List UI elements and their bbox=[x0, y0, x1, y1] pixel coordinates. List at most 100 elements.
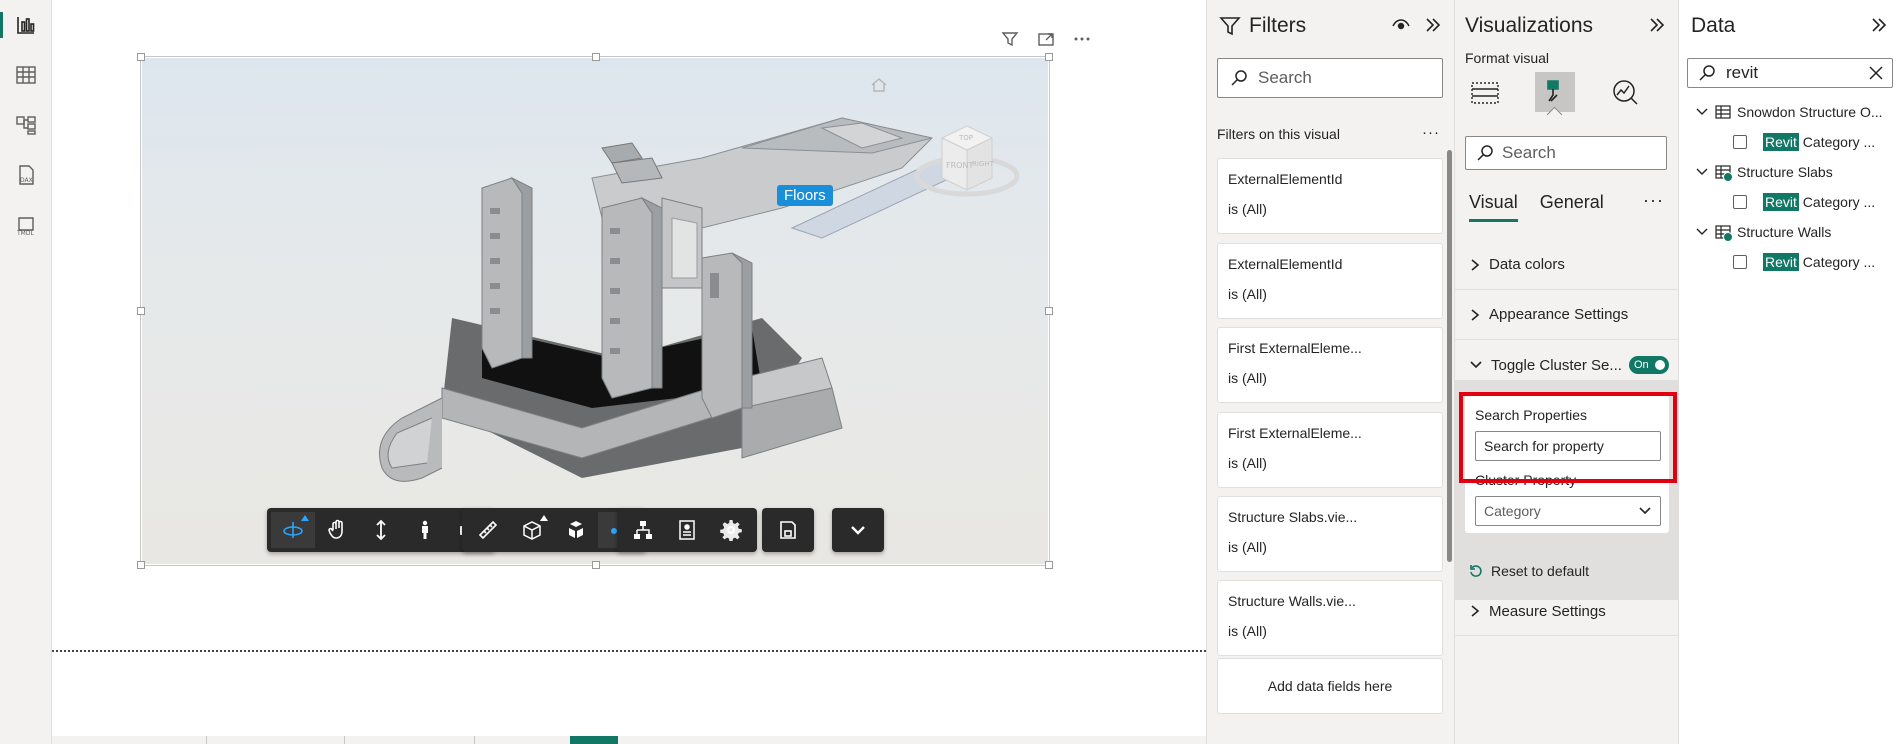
person-icon bbox=[422, 520, 428, 539]
dax-icon: DAX bbox=[19, 165, 34, 185]
focus-mode-icon[interactable] bbox=[1036, 29, 1056, 49]
reset-icon bbox=[1470, 565, 1482, 577]
hierarchy-icon bbox=[634, 521, 652, 539]
data-colors-section[interactable]: Data colors bbox=[1455, 240, 1679, 290]
add-data-fields-dropzone[interactable]: Add data fields here bbox=[1217, 658, 1443, 714]
model-view-button[interactable] bbox=[11, 110, 41, 140]
toggle-cluster-section[interactable]: Toggle Cluster Se... On bbox=[1455, 340, 1679, 390]
filter-card[interactable]: ExternalElementId is (All) bbox=[1217, 243, 1443, 319]
resize-handle[interactable] bbox=[1045, 561, 1053, 569]
report-view-button[interactable] bbox=[0, 10, 41, 40]
more-options-icon[interactable]: ··· bbox=[1422, 124, 1440, 141]
arrows-vertical-icon bbox=[376, 519, 386, 541]
visualizations-pane: Visualizations Format visual Search Visu… bbox=[1454, 0, 1679, 744]
analytics-icon bbox=[1613, 80, 1638, 105]
filters-scrollbar[interactable] bbox=[1447, 150, 1452, 562]
expand-tool[interactable] bbox=[836, 512, 880, 548]
filter-card[interactable]: Structure Walls.vie... is (All) bbox=[1217, 580, 1443, 656]
appearance-settings-section[interactable]: Appearance Settings bbox=[1455, 290, 1679, 340]
collapse-pane-icon[interactable] bbox=[1870, 16, 1888, 39]
more-options-icon[interactable]: ··· bbox=[1643, 190, 1664, 211]
viz-search-input[interactable]: Search bbox=[1465, 136, 1667, 170]
build-visual-tab[interactable] bbox=[1465, 72, 1505, 112]
filter-card[interactable]: First ExternalEleme... is (All) bbox=[1217, 327, 1443, 403]
search-icon bbox=[1477, 145, 1493, 161]
zoom-tool[interactable] bbox=[359, 512, 403, 548]
table-node-snowdon[interactable]: Snowdon Structure O... bbox=[1695, 104, 1883, 120]
home-icon[interactable] bbox=[870, 76, 888, 99]
svg-text:TMDL: TMDL bbox=[16, 230, 34, 236]
measure-tool[interactable] bbox=[466, 512, 510, 548]
settings-tool[interactable] bbox=[709, 512, 753, 548]
resize-handle[interactable] bbox=[137, 53, 145, 61]
field-row[interactable]: Revit Category ... bbox=[1733, 253, 1875, 271]
dax-view-button[interactable]: DAX bbox=[11, 160, 41, 190]
svg-text:DAX: DAX bbox=[20, 177, 33, 184]
table-node-structure-walls[interactable]: Structure Walls bbox=[1695, 224, 1831, 242]
fields-grid-icon bbox=[1471, 82, 1499, 104]
search-icon bbox=[1231, 70, 1247, 86]
tab-general[interactable]: General bbox=[1540, 192, 1604, 222]
viewcube-icon[interactable]: TOP FRONT RIGHT bbox=[912, 98, 1022, 208]
section-tool[interactable] bbox=[510, 512, 554, 548]
filter-card[interactable]: First ExternalEleme... is (All) bbox=[1217, 412, 1443, 488]
table-view-button[interactable] bbox=[11, 60, 41, 90]
data-search-input[interactable]: revit bbox=[1687, 58, 1893, 88]
resize-handle[interactable] bbox=[137, 561, 145, 569]
measure-settings-section[interactable]: Measure Settings bbox=[1455, 586, 1679, 636]
chevron-down-icon bbox=[1696, 228, 1708, 235]
visualizations-title: Visualizations bbox=[1465, 14, 1594, 37]
field-row[interactable]: Revit Category ... bbox=[1733, 193, 1875, 211]
tab-visual[interactable]: Visual bbox=[1469, 192, 1518, 222]
field-row[interactable]: Revit Category ... bbox=[1733, 133, 1875, 151]
filter-card[interactable]: Structure Slabs.vie... is (All) bbox=[1217, 496, 1443, 572]
format-visual-label: Format visual bbox=[1465, 50, 1550, 66]
field-checkbox[interactable] bbox=[1733, 135, 1747, 149]
model-browser-tool[interactable] bbox=[621, 512, 665, 548]
collapse-pane-icon[interactable] bbox=[1424, 16, 1442, 39]
chevron-right-icon bbox=[1471, 308, 1480, 321]
cluster-toggle-switch[interactable]: On bbox=[1629, 356, 1669, 374]
close-icon[interactable] bbox=[1868, 65, 1884, 81]
properties-tool[interactable] bbox=[665, 512, 709, 548]
report-canvas[interactable]: TOP FRONT RIGHT Floors bbox=[52, 0, 1206, 744]
chevron-down-icon bbox=[1696, 108, 1708, 115]
orbit-tool[interactable] bbox=[271, 512, 315, 548]
field-checkbox[interactable] bbox=[1733, 255, 1747, 269]
field-checkbox[interactable] bbox=[1733, 195, 1747, 209]
format-visual-tab[interactable] bbox=[1535, 72, 1575, 112]
paintbrush-icon bbox=[1547, 80, 1559, 102]
resize-handle[interactable] bbox=[137, 307, 145, 315]
model-icon bbox=[16, 116, 36, 135]
chevron-down-icon bbox=[1696, 168, 1708, 175]
explode-tool[interactable] bbox=[554, 512, 598, 548]
filters-on-visual-title: Filters on this visual bbox=[1217, 126, 1340, 142]
more-options-icon[interactable] bbox=[1072, 29, 1092, 49]
resize-handle[interactable] bbox=[1045, 307, 1053, 315]
resize-handle[interactable] bbox=[592, 53, 600, 61]
data-pane: Data revit Snowdon Structure O... Revit … bbox=[1678, 0, 1900, 744]
floors-label[interactable]: Floors bbox=[777, 185, 833, 206]
3d-scene[interactable]: TOP FRONT RIGHT Floors bbox=[142, 58, 1048, 564]
chevron-down-icon bbox=[1470, 361, 1482, 369]
analytics-tab[interactable] bbox=[1605, 72, 1645, 112]
filter-icon[interactable] bbox=[1000, 29, 1020, 49]
powerbi-window: DAX TMDL TOP FRONT RIGHT Floors Filters … bbox=[0, 0, 1900, 744]
filter-card[interactable]: ExternalElementId is (All) bbox=[1217, 158, 1443, 234]
eye-icon[interactable] bbox=[1392, 16, 1410, 39]
save-view-tool[interactable] bbox=[766, 512, 810, 548]
filters-search-input[interactable]: Search bbox=[1217, 58, 1443, 98]
search-icon bbox=[1699, 65, 1715, 81]
reset-to-default-button[interactable]: Reset to default bbox=[1469, 563, 1589, 579]
walk-tool[interactable] bbox=[403, 512, 447, 548]
visual-header bbox=[952, 28, 1092, 50]
resize-handle[interactable] bbox=[592, 561, 600, 569]
3d-viewer-visual[interactable]: TOP FRONT RIGHT Floors bbox=[137, 53, 1053, 569]
collapse-pane-icon[interactable] bbox=[1648, 16, 1666, 39]
resize-handle[interactable] bbox=[1045, 53, 1053, 61]
table-node-structure-slabs[interactable]: Structure Slabs bbox=[1695, 164, 1833, 182]
tmdl-view-button[interactable]: TMDL bbox=[11, 210, 41, 240]
cluster-property-select[interactable]: Category bbox=[1475, 496, 1661, 526]
pan-tool[interactable] bbox=[315, 512, 359, 548]
active-page-tab[interactable] bbox=[570, 736, 618, 744]
